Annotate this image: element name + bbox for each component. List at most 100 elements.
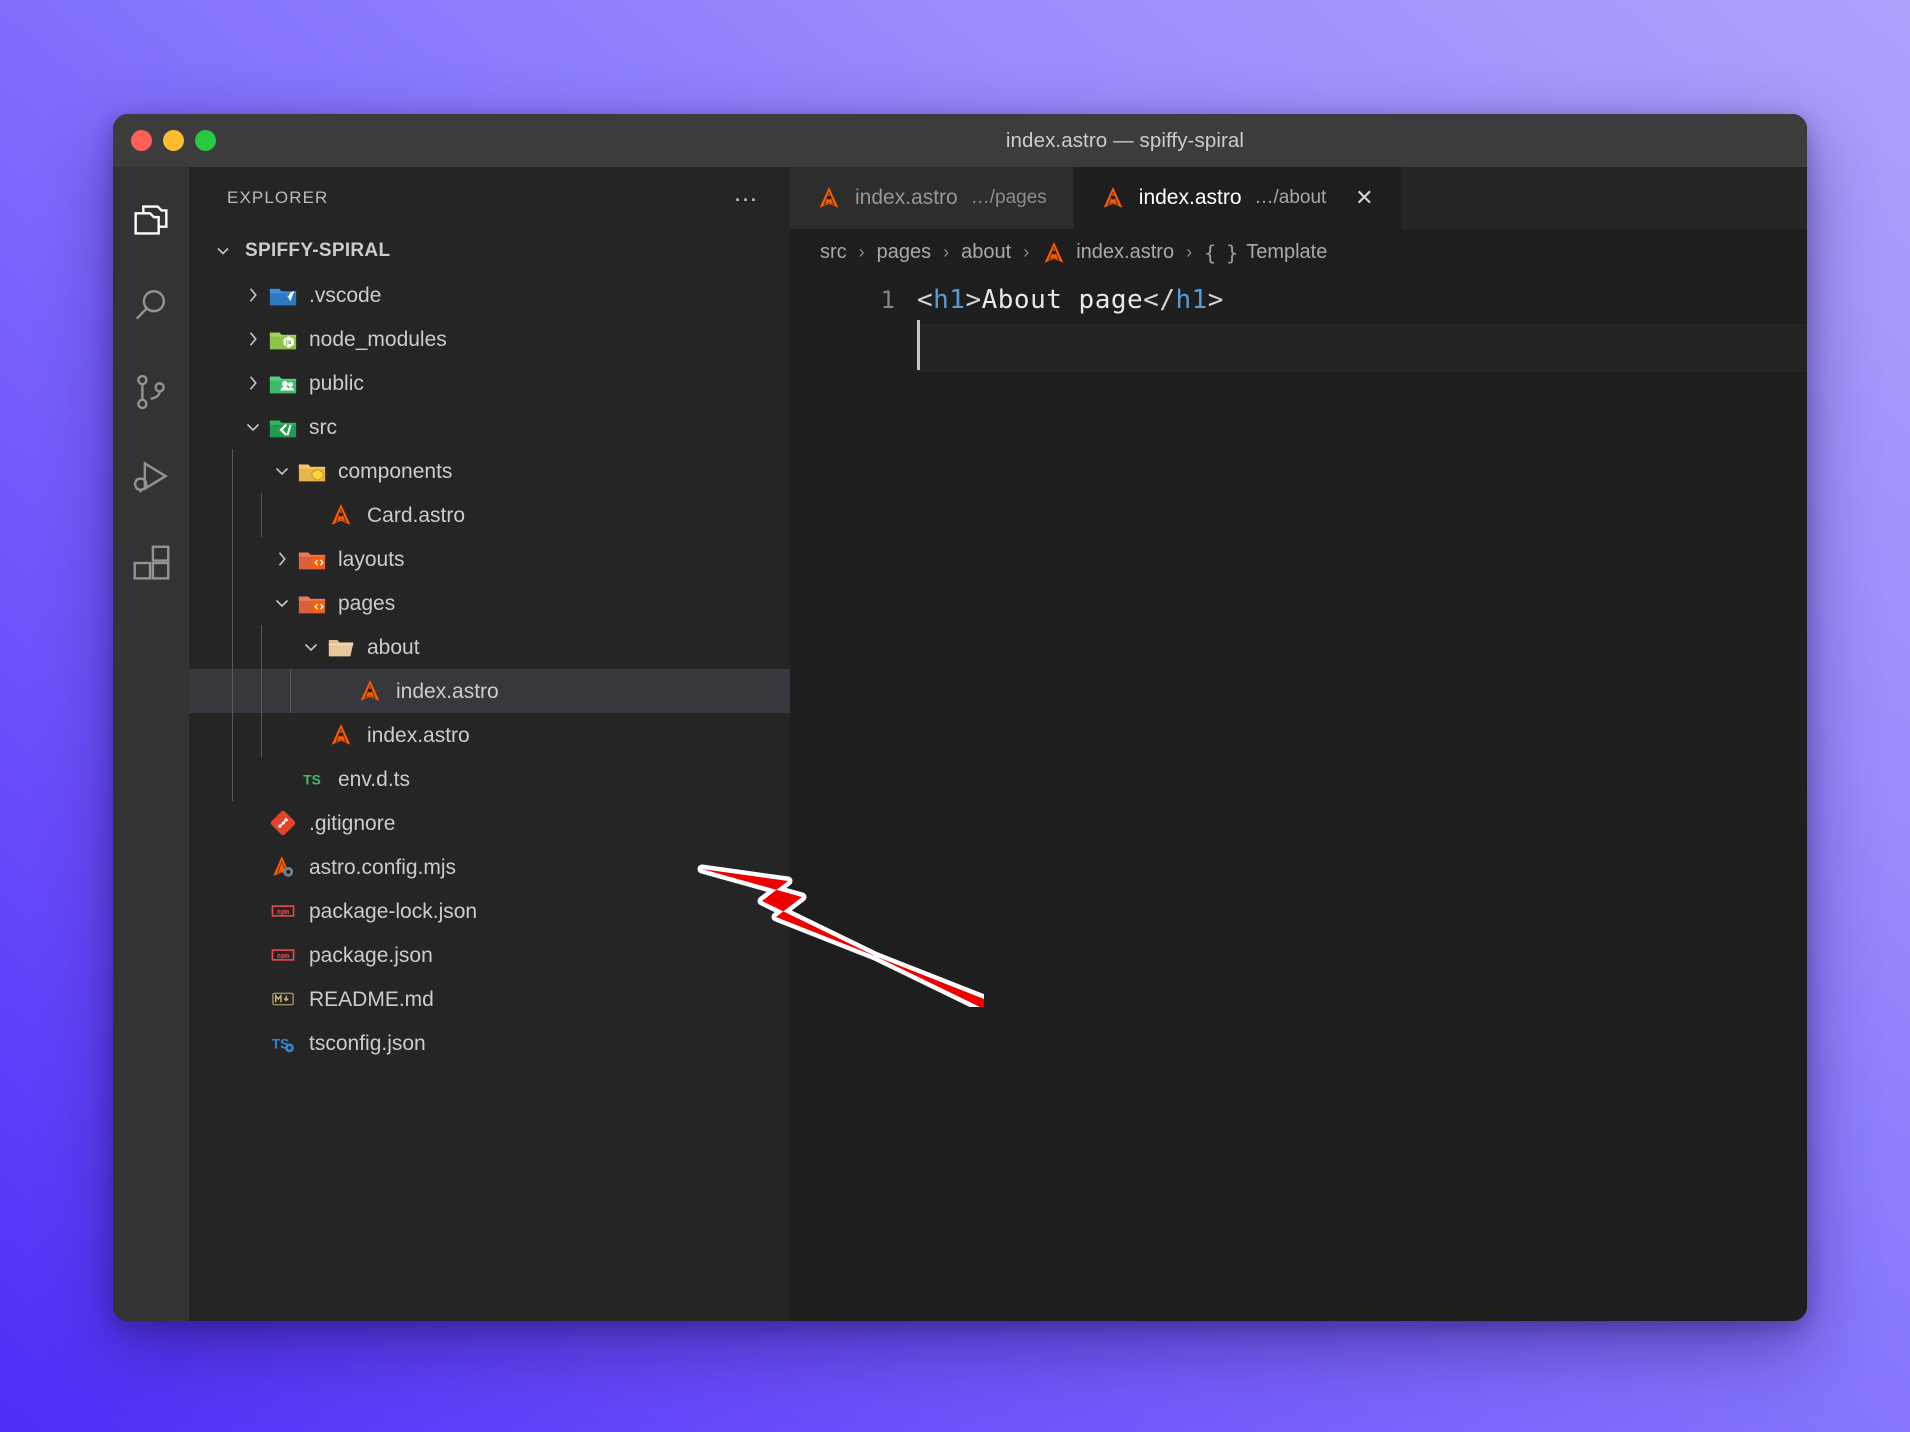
code-token-text: About page xyxy=(981,285,1144,315)
indent-guide xyxy=(261,493,262,537)
breadcrumb-item[interactable]: { } Template xyxy=(1204,241,1327,265)
typescript-def-icon: TS xyxy=(295,766,329,792)
editor-tab-label: index.astro xyxy=(1138,186,1242,209)
vscode-folder-icon xyxy=(266,280,300,310)
svg-text:npm: npm xyxy=(277,908,289,916)
tree-folder-label: about xyxy=(367,635,420,659)
chevron-down-icon[interactable] xyxy=(240,417,266,437)
activity-item-search[interactable] xyxy=(113,271,189,341)
tree-file-row[interactable]: README.md xyxy=(189,977,790,1021)
tree-folder-label: node_modules xyxy=(309,327,447,351)
minimize-button[interactable] xyxy=(163,130,184,151)
tree-folder-label: .vscode xyxy=(309,283,382,307)
breadcrumb-item[interactable]: about xyxy=(961,241,1011,264)
astro-file-icon xyxy=(816,185,842,211)
explorer-title: EXPLORER xyxy=(227,188,329,207)
tree-folder-row[interactable]: .vscode xyxy=(189,273,790,317)
indent-guide xyxy=(232,757,233,801)
npm-icon: npm xyxy=(266,942,300,968)
markdown-icon xyxy=(266,986,300,1012)
tree-folder-row[interactable]: components xyxy=(189,449,790,493)
tree-file-label: package.json xyxy=(309,943,433,967)
chevron-right-icon[interactable] xyxy=(240,373,266,393)
astro-file-icon xyxy=(324,502,358,528)
tree-file-row[interactable]: npm package.json xyxy=(189,933,790,977)
tree-file-row[interactable]: npm package-lock.json xyxy=(189,889,790,933)
tree-file-label: env.d.ts xyxy=(338,767,410,791)
line-number: 1 xyxy=(880,286,895,314)
editor-tab-label: index.astro xyxy=(855,186,958,209)
open-folder-icon xyxy=(324,632,358,662)
traffic-lights xyxy=(113,130,216,151)
breadcrumb-label: about xyxy=(961,241,1012,263)
code-token-punct: < xyxy=(917,285,934,315)
indent-guide xyxy=(261,713,262,757)
tree-file-row[interactable]: .gitignore xyxy=(189,801,790,845)
title-bar: index.astro — spiffy-spiral xyxy=(113,114,1807,167)
chevron-right-icon[interactable] xyxy=(240,329,266,349)
code-token-punct: > xyxy=(1207,285,1224,315)
tree-file-row[interactable]: index.astro xyxy=(189,669,790,713)
code-token-tag: h1 xyxy=(933,285,966,315)
activity-bar xyxy=(113,167,189,1321)
breadcrumb-item[interactable]: pages xyxy=(877,241,932,264)
window-title: index.astro — spiffy-spiral xyxy=(1005,128,1245,152)
svg-text:TS: TS xyxy=(303,772,321,788)
tree-file-label: astro.config.mjs xyxy=(309,855,457,879)
code-token-punct: </ xyxy=(1143,285,1176,315)
code-editor[interactable]: 1 <h1>About page</h1> xyxy=(790,276,1807,1321)
code-line: 1 <h1>About page</h1> xyxy=(790,276,1807,324)
astro-file-icon xyxy=(1100,185,1126,211)
tree-file-row[interactable]: astro.config.mjs xyxy=(189,845,790,889)
chevron-down-icon[interactable] xyxy=(269,461,295,481)
tree-folder-row[interactable]: about xyxy=(189,625,790,669)
tree-file-row[interactable]: TS env.d.ts xyxy=(189,757,790,801)
files-explorer-icon xyxy=(128,197,174,243)
tree-folder-row[interactable]: public xyxy=(189,361,790,405)
chevron-down-icon[interactable] xyxy=(298,637,324,657)
editor-tab[interactable]: index.astro …/about ✕ xyxy=(1073,167,1403,229)
tree-file-row[interactable]: TS tsconfig.json xyxy=(189,1021,790,1065)
tree-file-label: tsconfig.json xyxy=(309,1031,426,1055)
indent-guide xyxy=(232,493,233,537)
breadcrumb-separator: › xyxy=(943,242,950,262)
close-icon[interactable]: ✕ xyxy=(1353,187,1375,209)
indent-guide xyxy=(261,625,262,669)
activity-item-explorer[interactable] xyxy=(113,185,189,255)
chevron-right-icon[interactable] xyxy=(269,549,295,569)
indent-guide xyxy=(232,713,233,757)
tree-folder-row[interactable]: pages xyxy=(189,581,790,625)
search-icon xyxy=(128,283,174,329)
astro-file-icon xyxy=(1041,240,1067,266)
astro-file-icon xyxy=(324,722,358,748)
explorer-more-actions-icon[interactable]: … xyxy=(733,181,760,208)
close-button[interactable] xyxy=(131,130,152,151)
indent-guide xyxy=(232,581,233,625)
breadcrumb-item[interactable]: index.astro xyxy=(1041,240,1174,266)
activity-item-source-control[interactable] xyxy=(113,357,189,427)
tree-root-row[interactable]: SPIFFY-SPIRAL xyxy=(189,229,790,273)
tree-folder-row[interactable]: js node_modules xyxy=(189,317,790,361)
breadcrumb-item[interactable]: src xyxy=(820,241,847,264)
public-folder-icon xyxy=(266,368,300,398)
current-line-highlight xyxy=(917,324,1807,372)
chevron-right-icon[interactable] xyxy=(240,285,266,305)
tab-bar-empty-space xyxy=(1402,167,1807,229)
activity-item-extensions[interactable] xyxy=(113,529,189,599)
components-folder-icon xyxy=(295,456,329,486)
activity-item-run-debug[interactable] xyxy=(113,443,189,513)
layouts-folder-icon xyxy=(295,544,329,574)
tree-folder-row[interactable]: layouts xyxy=(189,537,790,581)
chevron-down-icon[interactable] xyxy=(269,593,295,613)
tree-folder-row[interactable]: src xyxy=(189,405,790,449)
svg-text:js: js xyxy=(285,339,292,346)
tree-file-row[interactable]: Card.astro xyxy=(189,493,790,537)
indent-guide xyxy=(232,449,233,493)
tree-file-row[interactable]: index.astro xyxy=(189,713,790,757)
astro-config-icon xyxy=(266,854,300,880)
maximize-button[interactable] xyxy=(195,130,216,151)
code-line-text[interactable]: <h1>About page</h1> xyxy=(917,285,1224,315)
file-tree: .vscode js node_modulespublic src components… xyxy=(189,273,790,1321)
node-folder-icon: js xyxy=(266,324,300,354)
editor-tab[interactable]: index.astro …/pages xyxy=(790,167,1074,229)
